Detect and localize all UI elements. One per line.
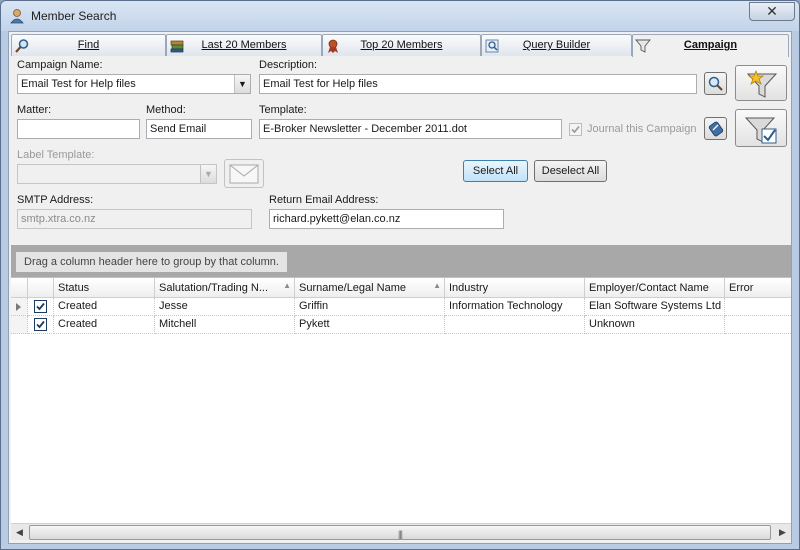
column-header-industry[interactable]: Industry: [445, 278, 585, 298]
campaign-name-combo[interactable]: Email Test for Help files ▼: [17, 74, 251, 94]
group-by-hint: Drag a column header here to group by th…: [16, 252, 287, 272]
column-header-salutation[interactable]: Salutation/Trading N... ▲: [155, 278, 295, 298]
row-select-checkbox[interactable]: [34, 318, 47, 331]
smtp-address-input[interactable]: smtp.xtra.co.nz: [17, 209, 252, 229]
template-input[interactable]: E-Broker Newsletter - December 2011.dot: [259, 119, 562, 139]
member-search-app-icon: [9, 8, 25, 24]
column-header-salutation-label: Salutation/Trading N...: [159, 282, 269, 294]
envelope-icon: [229, 164, 259, 184]
label-template-label: Label Template:: [17, 149, 95, 161]
cell-industry[interactable]: Information Technology: [445, 298, 585, 316]
members-grid: Status Salutation/Trading N... ▲ Surname…: [11, 277, 791, 523]
tab-campaign[interactable]: Campaign: [632, 34, 789, 57]
funnel-check-icon: [744, 117, 777, 144]
matter-label: Matter:: [17, 104, 52, 116]
member-search-window: Member Search ✕ Find Last 20 Members Top…: [0, 0, 800, 550]
deselect-all-button[interactable]: Deselect All: [534, 160, 607, 182]
row-select-cell[interactable]: [28, 316, 54, 334]
cell-surname[interactable]: Griffin: [295, 298, 445, 316]
cell-salutation[interactable]: Mitchell: [155, 316, 295, 334]
search-campaign-button[interactable]: [704, 72, 727, 95]
window-title: Member Search: [31, 9, 117, 23]
method-label: Method:: [146, 104, 186, 116]
scroll-left-icon[interactable]: ◀: [11, 524, 28, 541]
close-button[interactable]: ✕: [749, 2, 795, 21]
description-input[interactable]: Email Test for Help files: [259, 74, 697, 94]
run-campaign-button[interactable]: [735, 109, 787, 147]
funnel-star-icon: [746, 69, 778, 98]
cell-status[interactable]: Created: [54, 316, 155, 334]
tab-query-builder-label: Query Builder: [522, 39, 591, 51]
journal-campaign-checkbox[interactable]: [569, 123, 582, 136]
chevron-down-icon[interactable]: ▼: [200, 165, 216, 183]
cell-employer[interactable]: Unknown: [585, 316, 725, 334]
current-row-indicator: [11, 298, 28, 316]
smtp-address-label: SMTP Address:: [17, 194, 94, 206]
campaign-name-label: Campaign Name:: [17, 59, 103, 71]
tab-find[interactable]: Find: [11, 34, 166, 56]
client-area: Find Last 20 Members Top 20 Members Quer…: [8, 31, 792, 544]
cell-error[interactable]: [725, 298, 791, 316]
new-campaign-button[interactable]: [735, 65, 787, 101]
return-email-label: Return Email Address:: [269, 194, 379, 206]
chevron-down-icon[interactable]: ▼: [234, 75, 250, 93]
tab-top-20-label: Top 20 Members: [360, 39, 443, 51]
sort-ascending-icon: ▲: [433, 281, 441, 290]
column-header-surname-label: Surname/Legal Name: [299, 282, 407, 294]
sort-ascending-icon: ▲: [283, 281, 291, 290]
scroll-grip-icon: |||: [397, 529, 403, 539]
row-pointer-icon: [16, 303, 21, 311]
horizontal-scrollbar[interactable]: ◀ ||| ▶: [11, 523, 791, 540]
tab-top-20-members[interactable]: Top 20 Members: [322, 34, 481, 56]
cell-salutation[interactable]: Jesse: [155, 298, 295, 316]
scroll-right-icon[interactable]: ▶: [774, 524, 791, 541]
method-input[interactable]: Send Email: [146, 119, 252, 139]
cell-surname[interactable]: Pykett: [295, 316, 445, 334]
print-labels-button[interactable]: [224, 159, 264, 188]
tab-find-label: Find: [77, 39, 100, 51]
row-select-checkbox[interactable]: [34, 300, 47, 313]
title-bar[interactable]: Member Search ✕: [1, 1, 799, 31]
template-label: Template:: [259, 104, 307, 116]
row-indicator-header: [11, 278, 28, 298]
paperclip-icon: [708, 121, 723, 137]
column-header-employer[interactable]: Employer/Contact Name: [585, 278, 725, 298]
select-column-header[interactable]: [28, 278, 54, 298]
select-all-button[interactable]: Select All: [463, 160, 528, 182]
column-header-status[interactable]: Status: [54, 278, 155, 298]
matter-input[interactable]: [17, 119, 140, 139]
tab-strip: Find Last 20 Members Top 20 Members Quer…: [11, 34, 791, 57]
cell-industry[interactable]: [445, 316, 585, 334]
scroll-thumb[interactable]: |||: [29, 525, 771, 540]
column-header-error[interactable]: Error: [725, 278, 791, 298]
tab-query-builder[interactable]: Query Builder: [481, 34, 632, 56]
column-header-surname[interactable]: Surname/Legal Name ▲: [295, 278, 445, 298]
campaign-name-value: Email Test for Help files: [21, 78, 136, 90]
attach-template-button[interactable]: [704, 117, 727, 140]
cell-employer[interactable]: Elan Software Systems Ltd: [585, 298, 725, 316]
cell-status[interactable]: Created: [54, 298, 155, 316]
label-template-combo[interactable]: ▼: [17, 164, 217, 184]
search-icon: [708, 76, 723, 91]
group-by-panel[interactable]: Drag a column header here to group by th…: [11, 245, 791, 277]
tab-last-20-label: Last 20 Members: [201, 39, 287, 51]
tab-last-20-members[interactable]: Last 20 Members: [166, 34, 322, 56]
tab-campaign-label: Campaign: [683, 39, 738, 51]
return-email-input[interactable]: richard.pykett@elan.co.nz: [269, 209, 504, 229]
row-select-cell[interactable]: [28, 298, 54, 316]
row-indicator: [11, 316, 28, 334]
cell-error[interactable]: [725, 316, 791, 334]
description-label: Description:: [259, 59, 318, 71]
journal-campaign-label: Journal this Campaign: [587, 123, 697, 135]
